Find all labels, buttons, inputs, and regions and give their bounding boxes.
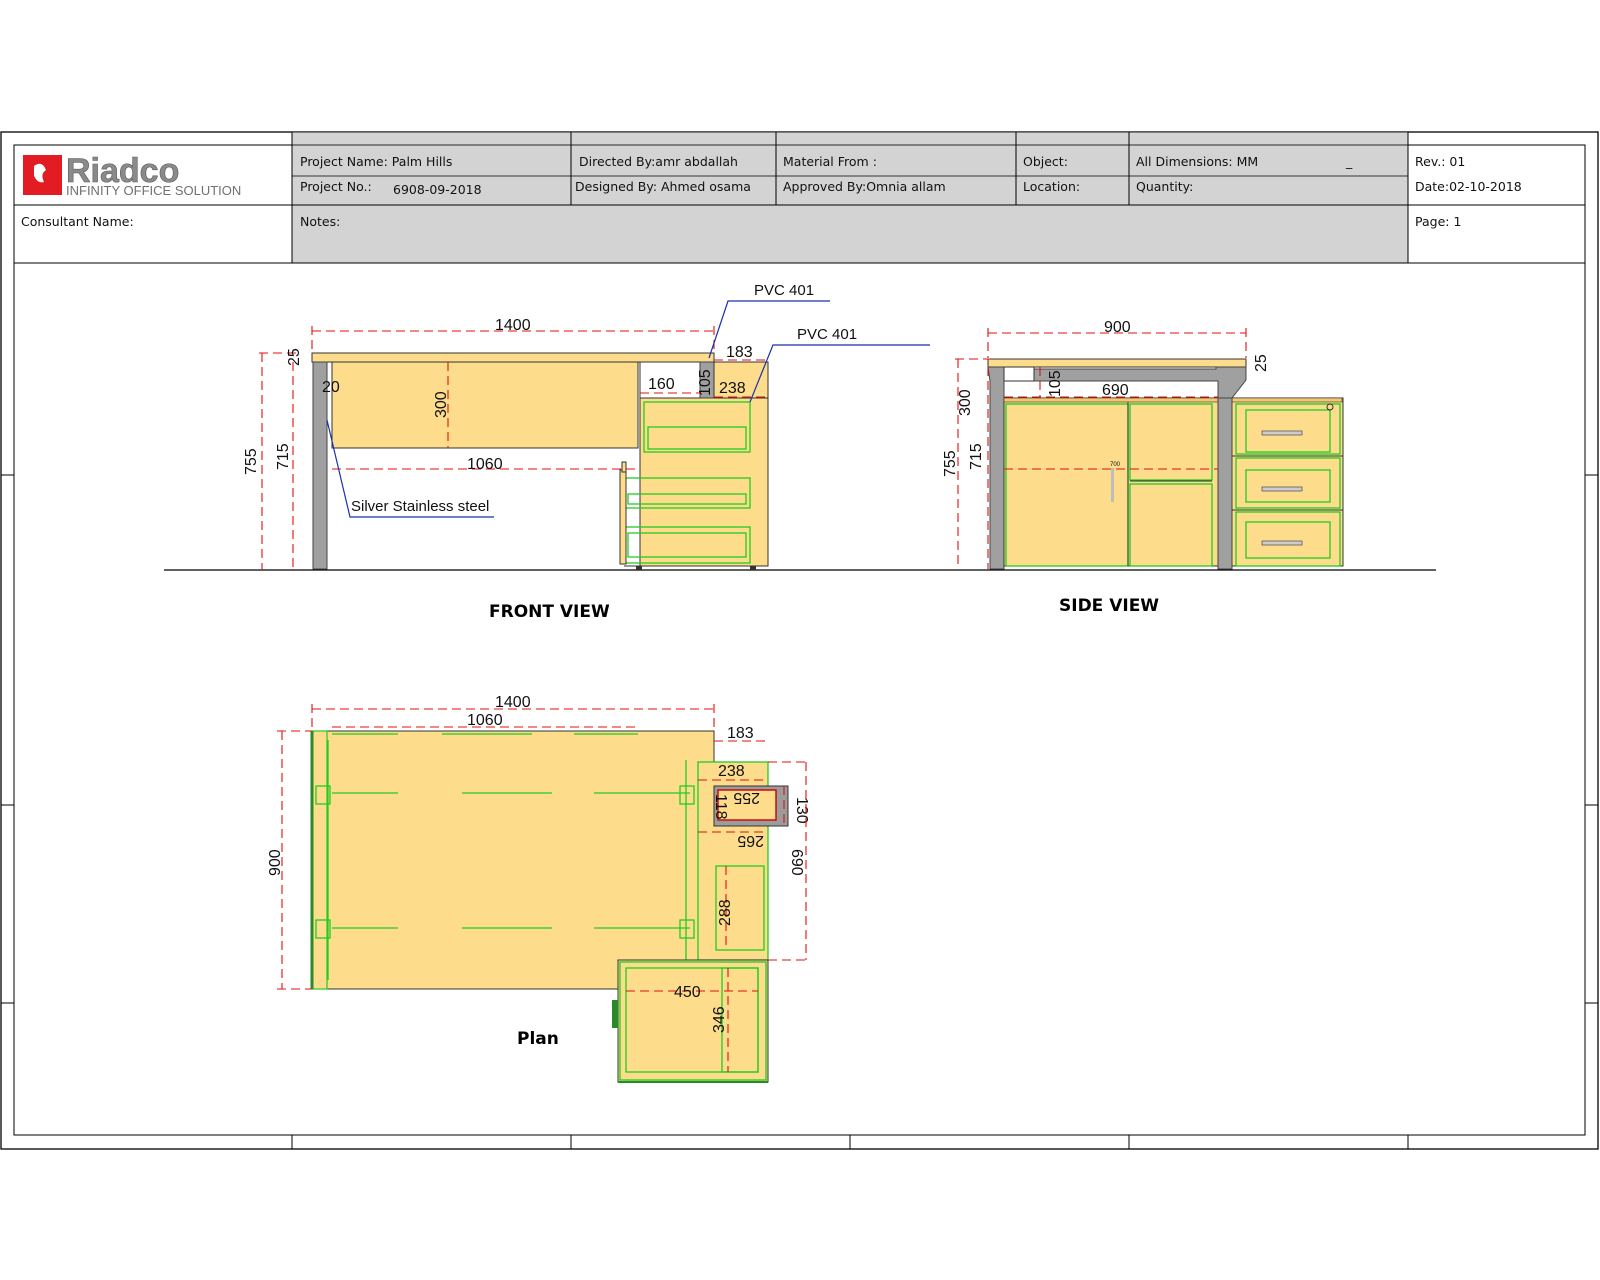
date-field: Date:02-10-2018 [1415,179,1522,194]
revision: Rev.: 01 [1415,154,1465,169]
plan-dim-255: 255 [733,789,760,806]
plan-desktop [311,730,715,990]
side-dim-105: 105 [1047,370,1064,397]
plan-dim-118: 118 [712,794,729,820]
front-dim-panel: 300 [433,391,450,418]
quantity-field: Quantity: [1136,179,1193,194]
material-from: Material From : [783,154,877,169]
directed-by: Directed By:amr abdallah [579,154,738,169]
front-modesty-panel [331,361,639,449]
front-dim-238: 238 [719,380,746,397]
plan-dim-width: 1400 [495,694,531,711]
consultant-name: Consultant Name: [21,214,134,229]
front-dim-160: 160 [648,376,675,393]
plan-dim-modesty: 1060 [467,712,503,729]
page-number: Page: 1 [1415,214,1461,229]
plan-dim-690: 690 [788,849,805,876]
designed-by: Designed By: Ahmed osama [575,179,751,194]
side-dim-panel: 300 [957,389,974,416]
side-dim-depth: 900 [1104,319,1131,336]
riadco-logo: Riadco INFINITY OFFICE SOLUTION [23,152,241,198]
location-field: Location: [1023,179,1080,194]
side-view: 900 25 105 690 700 300 755 715 SIDE VIEW [942,319,1344,616]
side-desktop [987,358,1247,368]
plan-dim-183: 183 [727,725,754,742]
plan-dim-346: 346 [711,1006,728,1033]
project-no-label: Project No.: [300,179,372,194]
plan-dim-288: 288 [717,899,734,926]
plan-dim-265: 265 [737,832,764,849]
drawer-handle-icon [1261,486,1303,492]
side-dim-overall-h: 755 [942,450,959,477]
side-dim-inner: 690 [1102,382,1129,399]
front-dim-top: 25 [286,348,303,366]
logo-tagline: INFINITY OFFICE SOLUTION [66,183,241,198]
plan-view: 1400 1060 900 183 238 255 118 130 265 69… [267,694,810,1083]
drawer-handle-icon [1261,430,1303,436]
drawer-handle-icon [1261,540,1303,546]
front-dim-105: 105 [697,369,714,396]
plan-dim-238: 238 [718,763,745,780]
callout-pvc-a: PVC 401 [754,282,814,299]
title-block: Riadco INFINITY OFFICE SOLUTION Project … [14,131,1585,264]
plan-dim-130: 130 [793,797,810,824]
front-dim-width: 1400 [495,317,531,334]
front-view-title: FRONT VIEW [489,602,610,622]
front-pedestal [639,397,769,567]
callout-pvc-b: PVC 401 [797,326,857,343]
all-dimensions: All Dimensions: MM [1136,154,1258,169]
front-dim-left-gap: 20 [322,379,340,396]
notes-field: Notes: [300,214,340,229]
side-dim-tiny: 700 [1110,462,1121,468]
front-desktop [311,352,715,363]
project-name: Project Name: Palm Hills [300,154,452,169]
side-view-title: SIDE VIEW [1059,596,1159,616]
front-dim-modesty: 1060 [467,456,503,473]
front-dim-overall-h: 755 [243,448,260,475]
plan-dim-depth: 900 [267,849,284,876]
side-dim-leg-h: 715 [968,443,985,470]
plan-mobile-pedestal [617,959,769,1083]
object-field: Object: [1023,154,1068,169]
drawing-sheet: Riadco INFINITY OFFICE SOLUTION Project … [0,131,1599,1150]
front-dim-leg-h: 715 [275,443,292,470]
plan-title: Plan [517,1029,559,1049]
side-dim-top: 25 [1253,354,1270,372]
plan-dim-450: 450 [674,984,701,1001]
dimensions-dash: _ [1345,154,1353,169]
approved-by: Approved By:Omnia allam [783,179,946,194]
front-dim-183: 183 [726,344,753,361]
project-no-value: 6908-09-2018 [393,182,482,197]
callout-leg-material: Silver Stainless steel [351,498,489,515]
